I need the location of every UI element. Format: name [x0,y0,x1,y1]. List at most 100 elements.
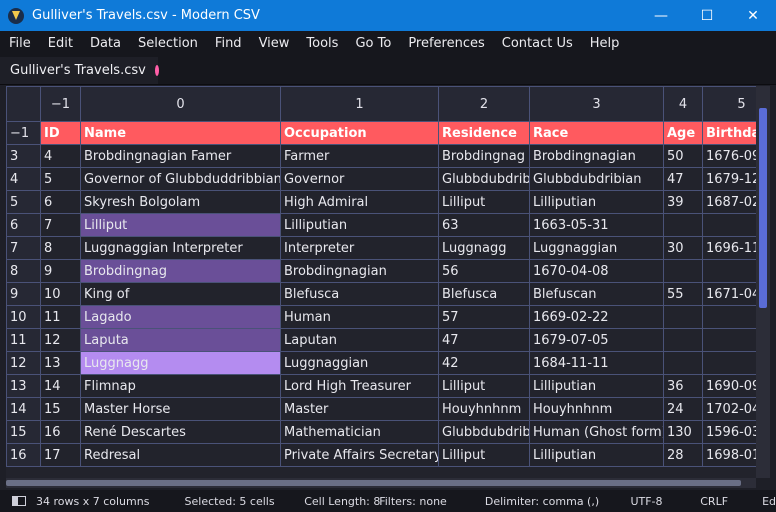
table-cell[interactable]: 56 [438,259,530,283]
table-cell[interactable]: Interpreter [280,236,439,260]
menu-preferences[interactable]: Preferences [399,36,492,51]
row-number[interactable]: 7 [6,236,41,260]
table-cell[interactable]: Lilliput [438,190,530,214]
table-cell[interactable]: 1676-09- [702,144,756,168]
table-cell[interactable]: Blefuscan [529,282,664,306]
column-number[interactable]: 4 [663,86,703,122]
row-number[interactable]: 6 [6,213,41,237]
table-cell[interactable] [702,259,756,283]
row-number[interactable]: 15 [6,420,41,444]
table-cell[interactable]: Master Horse [80,397,281,421]
table-cell[interactable] [663,213,703,237]
table-cell[interactable]: 17 [40,443,81,467]
table-cell[interactable]: 47 [663,167,703,191]
table-cell[interactable]: Luggnagg [438,236,530,260]
row-number[interactable]: −1 [6,121,41,145]
table-cell[interactable]: 63 [438,213,530,237]
data-table[interactable]: −1 0 1 2 3 4 5 −1 ID Name Occupation Res… [6,86,756,467]
table-cell[interactable]: 1690-09- [702,374,756,398]
table-cell[interactable]: 4 [40,144,81,168]
table-cell[interactable]: Brobdingnagian [280,259,439,283]
grid-corner[interactable] [6,86,41,122]
vertical-scrollbar[interactable] [756,86,770,478]
horizontal-scrollbar[interactable] [6,478,756,488]
maximize-button[interactable]: ☐ [684,0,730,31]
table-cell[interactable]: 57 [438,305,530,329]
table-cell[interactable]: Human (Ghost form) [529,420,664,444]
row-number[interactable]: 5 [6,190,41,214]
header-cell[interactable]: Name [80,121,281,145]
header-cell[interactable]: Age [663,121,703,145]
table-cell[interactable]: Luggnaggian [529,236,664,260]
table-cell[interactable]: Lilliputian [529,190,664,214]
table-cell[interactable]: 1679-07-05 [529,328,664,352]
row-number[interactable]: 13 [6,374,41,398]
row-number[interactable]: 4 [6,167,41,191]
row-number[interactable]: 10 [6,305,41,329]
table-cell[interactable]: 1687-02- [702,190,756,214]
column-number[interactable]: −1 [40,86,81,122]
table-cell[interactable]: Private Affairs Secretary [280,443,439,467]
table-cell[interactable]: Lilliputian [280,213,439,237]
menu-selection[interactable]: Selection [129,36,206,51]
table-cell[interactable]: 6 [40,190,81,214]
table-cell[interactable]: 55 [663,282,703,306]
table-cell[interactable] [663,328,703,352]
table-cell[interactable]: Brobdingnag [438,144,530,168]
table-cell[interactable]: 1663-05-31 [529,213,664,237]
tab-gullivers-travels[interactable]: Gulliver's Travels.csv [0,57,159,84]
table-cell[interactable]: 47 [438,328,530,352]
close-button[interactable]: ✕ [730,0,776,31]
header-cell[interactable]: ID [40,121,81,145]
table-cell[interactable] [663,351,703,375]
table-cell[interactable]: 28 [663,443,703,467]
menu-edit[interactable]: Edit [39,36,81,51]
table-cell[interactable]: Redresal [80,443,281,467]
header-cell[interactable]: Residence [438,121,530,145]
table-cell[interactable]: 1702-04- [702,397,756,421]
table-cell[interactable]: 36 [663,374,703,398]
table-cell[interactable]: Luggnaggian Interpreter [80,236,281,260]
column-number[interactable]: 2 [438,86,530,122]
table-cell[interactable]: 7 [40,213,81,237]
row-number[interactable]: 16 [6,443,41,467]
table-cell[interactable]: Lilliput [438,443,530,467]
menu-tools[interactable]: Tools [297,36,346,51]
table-cell[interactable]: Glubbdubdribian [529,167,664,191]
row-number[interactable]: 3 [6,144,41,168]
table-cell[interactable]: King of [80,282,281,306]
row-number[interactable]: 8 [6,259,41,283]
menu-data[interactable]: Data [81,36,129,51]
table-cell[interactable]: Blefusca [438,282,530,306]
table-cell[interactable]: 9 [40,259,81,283]
table-cell[interactable]: 1670-04-08 [529,259,664,283]
table-cell[interactable]: Brobdingnagian Famer [80,144,281,168]
table-cell[interactable] [702,213,756,237]
table-cell[interactable]: 16 [40,420,81,444]
table-cell[interactable]: René Descartes [80,420,281,444]
table-cell[interactable]: Human [280,305,439,329]
menu-go-to[interactable]: Go To [346,36,399,51]
table-cell[interactable]: Houyhnhnm [529,397,664,421]
table-cell[interactable]: 14 [40,374,81,398]
horizontal-scroll-thumb[interactable] [6,480,741,486]
table-cell[interactable]: 1669-02-22 [529,305,664,329]
table-cell[interactable]: Lagado [80,305,281,329]
table-cell[interactable]: 1698-01- [702,443,756,467]
table-cell[interactable]: 50 [663,144,703,168]
table-cell[interactable]: Glubbdubdrib [438,167,530,191]
table-cell[interactable]: Brobdingnagian [529,144,664,168]
table-cell[interactable]: Glubbdubdrib [438,420,530,444]
header-cell[interactable]: Birthdate [702,121,756,145]
sidebar-toggle-icon[interactable] [12,496,26,506]
table-cell[interactable]: Governor of Glubbduddribbian [80,167,281,191]
table-cell[interactable]: 8 [40,236,81,260]
column-number[interactable]: 3 [529,86,664,122]
row-number[interactable]: 14 [6,397,41,421]
table-cell[interactable] [663,259,703,283]
menu-help[interactable]: Help [581,36,628,51]
header-cell[interactable]: Occupation [280,121,439,145]
table-cell[interactable]: 15 [40,397,81,421]
table-cell[interactable]: Lord High Treasurer [280,374,439,398]
table-cell[interactable] [702,328,756,352]
